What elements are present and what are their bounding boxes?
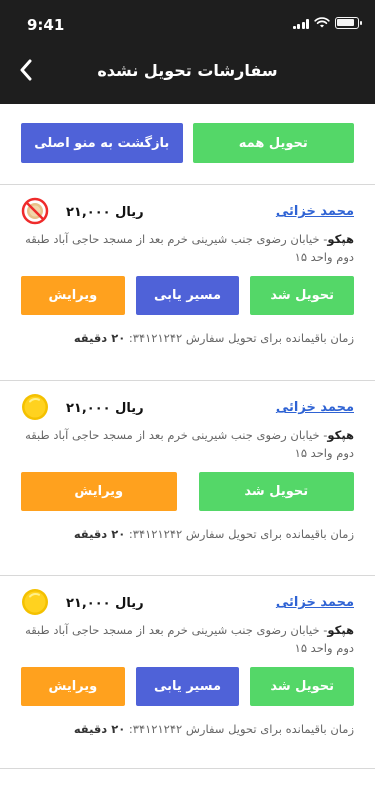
page-title: سفارشات تحویل نشده — [97, 61, 278, 80]
remaining-time: زمان باقیمانده برای تحویل سفارش ۳۴۱۲۱۲۴۲… — [21, 722, 354, 736]
address-text: - خیابان رضوی جنب شیرینی خرم بعد از مسجد… — [25, 428, 354, 460]
route-button[interactable]: مسیر یابی — [135, 667, 240, 706]
coin-icon — [21, 588, 49, 616]
order-price: ۲۱,۰۰۰ ریال — [66, 596, 144, 611]
route-button[interactable]: مسیر یابی — [135, 276, 240, 315]
remaining-time-label: زمان باقیمانده برای تحویل سفارش ۳۴۱۲۱۲۴۲… — [128, 722, 354, 736]
remaining-time-label: زمان باقیمانده برای تحویل سفارش ۳۴۱۲۱۲۴۲… — [128, 527, 354, 541]
navigation-bar: سفارشات تحویل نشده — [0, 44, 375, 104]
page: 9:41 سفارشات تحویل نشده بازگشت به منو اص… — [0, 0, 375, 812]
order-address: هپکو- خیابان رضوی جنب شیرینی خرم بعد از … — [21, 621, 354, 657]
order-header: ۲۱,۰۰۰ ریال محمد خزائی — [0, 589, 375, 617]
remaining-time-value: ۲۰ دقیقه — [73, 527, 126, 541]
order-card: ۲۱,۰۰۰ ریال محمد خزائی هپکو- خیابان رضوی… — [0, 184, 375, 380]
order-price: ۲۱,۰۰۰ ریال — [66, 401, 144, 416]
status-time: 9:41 — [27, 16, 65, 34]
battery-icon — [335, 17, 362, 29]
status-icons — [292, 17, 362, 29]
remaining-time-label: زمان باقیمانده برای تحویل سفارش ۳۴۱۲۱۲۴۲… — [128, 331, 354, 345]
address-text: - خیابان رضوی جنب شیرینی خرم بعد از مسجد… — [25, 623, 354, 655]
coin-icon — [21, 393, 49, 421]
remaining-time-value: ۲۰ دقیقه — [73, 722, 126, 736]
delivered-button[interactable]: تحویل شد — [250, 276, 355, 315]
order-card: ۲۱,۰۰۰ ریال محمد خزائی هپکو- خیابان رضوی… — [0, 575, 375, 768]
customer-name-link[interactable]: محمد خزائی — [276, 204, 354, 219]
divider — [0, 768, 375, 769]
remaining-time-value: ۲۰ دقیقه — [73, 331, 126, 345]
signal-icon — [292, 18, 309, 29]
order-address: هپکو- خیابان رضوی جنب شیرینی خرم بعد از … — [21, 426, 354, 462]
edit-button[interactable]: ویرایش — [21, 472, 177, 511]
order-actions: ویرایش تحویل شد — [21, 472, 354, 511]
header-bar: 9:41 سفارشات تحویل نشده — [0, 0, 375, 104]
customer-name-link[interactable]: محمد خزائی — [276, 595, 354, 610]
no-coin-icon — [21, 197, 49, 225]
delivered-button[interactable]: تحویل شد — [250, 667, 355, 706]
order-actions: ویرایش مسیر یابی تحویل شد — [21, 667, 355, 706]
order-card: ۲۱,۰۰۰ ریال محمد خزائی هپکو- خیابان رضوی… — [0, 380, 375, 575]
order-price: ۲۱,۰۰۰ ریال — [66, 205, 144, 220]
wifi-icon — [314, 17, 330, 28]
edit-button[interactable]: ویرایش — [21, 667, 125, 706]
edit-button[interactable]: ویرایش — [21, 276, 125, 315]
address-text: - خیابان رضوی جنب شیرینی خرم بعد از مسجد… — [25, 232, 354, 264]
delivered-button[interactable]: تحویل شد — [198, 472, 354, 511]
top-actions: بازگشت به منو اصلی تحویل همه — [21, 123, 354, 163]
customer-name-link[interactable]: محمد خزائی — [276, 400, 354, 415]
address-prefix: هپکو — [327, 232, 354, 246]
remaining-time: زمان باقیمانده برای تحویل سفارش ۳۴۱۲۱۲۴۲… — [21, 331, 354, 345]
order-actions: ویرایش مسیر یابی تحویل شد — [21, 276, 355, 315]
status-bar: 9:41 — [0, 0, 375, 44]
address-prefix: هپکو — [327, 428, 354, 442]
remaining-time: زمان باقیمانده برای تحویل سفارش ۳۴۱۲۱۲۴۲… — [21, 527, 354, 541]
back-to-main-menu-button[interactable]: بازگشت به منو اصلی — [21, 123, 183, 163]
order-address: هپکو- خیابان رضوی جنب شیرینی خرم بعد از … — [21, 230, 354, 266]
order-header: ۲۱,۰۰۰ ریال محمد خزائی — [0, 197, 375, 226]
order-header: ۲۱,۰۰۰ ریال محمد خزائی — [0, 394, 375, 422]
deliver-all-button[interactable]: تحویل همه — [192, 123, 354, 163]
address-prefix: هپکو — [327, 623, 354, 637]
